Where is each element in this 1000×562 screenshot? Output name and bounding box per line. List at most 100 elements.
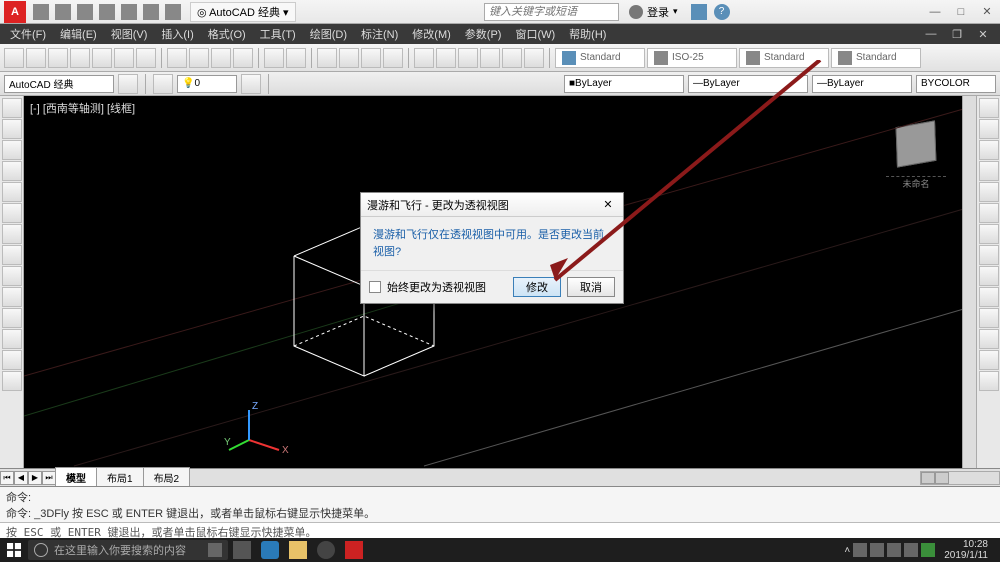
menu-help[interactable]: 帮助(H) [563, 24, 612, 44]
doc-minimize[interactable]: — [918, 28, 944, 41]
ucs-icon[interactable]: X Y Z [224, 395, 304, 458]
tb-zoomprev-icon[interactable] [383, 48, 403, 68]
lineweight-combo[interactable]: — ByLayer [812, 75, 912, 93]
menu-tools[interactable]: 工具(T) [254, 24, 302, 44]
line-icon[interactable] [2, 98, 22, 118]
circle-icon[interactable] [2, 140, 22, 160]
menu-modify[interactable]: 修改(M) [406, 24, 457, 44]
scale-icon[interactable] [979, 350, 999, 370]
tb-saveas-icon[interactable] [70, 48, 90, 68]
qat-more-icon[interactable] [165, 4, 181, 20]
color-combo[interactable]: ■ ByLayer [564, 75, 684, 93]
workspace-dropdown[interactable]: ◎ AutoCAD 经典 ▾ [190, 2, 296, 22]
tb-preview-icon[interactable] [114, 48, 134, 68]
ws-settings-icon[interactable] [118, 74, 138, 94]
copy-icon[interactable] [979, 119, 999, 139]
tray-volume-icon[interactable] [904, 543, 918, 557]
minimize-button[interactable]: — [922, 1, 948, 23]
text-icon[interactable] [2, 245, 22, 265]
doc-close[interactable]: ✕ [970, 28, 996, 41]
dialog-titlebar[interactable]: 漫游和飞行 - 更改为透视视图 ✕ [361, 193, 623, 217]
mirror-icon[interactable] [979, 161, 999, 181]
tb-props-icon[interactable] [414, 48, 434, 68]
plotstyle-combo[interactable]: BYCOLOR [916, 75, 996, 93]
mleader-style-dropdown[interactable]: Standard [831, 48, 921, 68]
menu-draw[interactable]: 绘图(D) [304, 24, 353, 44]
viewport-vscrollbar[interactable] [962, 96, 976, 468]
tray-people-icon[interactable] [853, 543, 867, 557]
erase-icon[interactable] [979, 329, 999, 349]
menu-view[interactable]: 视图(V) [105, 24, 154, 44]
point-icon[interactable] [2, 287, 22, 307]
menu-insert[interactable]: 插入(I) [155, 24, 199, 44]
linetype-combo[interactable]: — ByLayer [688, 75, 808, 93]
table-icon[interactable] [2, 329, 22, 349]
autocad-logo[interactable]: A [4, 1, 26, 23]
close-button[interactable]: ✕ [974, 1, 1000, 23]
tb-publish-icon[interactable] [136, 48, 156, 68]
menu-window[interactable]: 窗口(W) [509, 24, 561, 44]
tb-markup-icon[interactable] [502, 48, 522, 68]
rotate-icon[interactable] [979, 140, 999, 160]
command-input[interactable]: 按 ESC 或 ENTER 键退出，或者单击鼠标右键显示快捷菜单。 [0, 522, 1000, 538]
fillet-icon[interactable] [979, 266, 999, 286]
tab-nav-next[interactable]: ▶ [28, 471, 42, 485]
dialog-modify-button[interactable]: 修改 [513, 277, 561, 297]
arc-icon[interactable] [2, 161, 22, 181]
stretch-icon[interactable] [979, 371, 999, 391]
tb-plot-icon[interactable] [92, 48, 112, 68]
qat-print-icon[interactable] [143, 4, 159, 20]
dialog-cancel-button[interactable]: 取消 [567, 277, 615, 297]
offset-icon[interactable] [979, 182, 999, 202]
dim-style-dropdown[interactable]: ISO-25 [647, 48, 737, 68]
qat-save-icon[interactable] [77, 4, 93, 20]
help-search-input[interactable] [484, 3, 619, 21]
tb-dc-icon[interactable] [436, 48, 456, 68]
tb-pan-icon[interactable] [317, 48, 337, 68]
layer-combo[interactable]: 💡 0 [177, 75, 237, 93]
tb-new-icon[interactable] [4, 48, 24, 68]
login-button[interactable]: 登录 ▾ [629, 4, 678, 20]
tb-calc-icon[interactable] [524, 48, 544, 68]
qat-undo-icon[interactable] [99, 4, 115, 20]
tray-app-icon[interactable] [870, 543, 884, 557]
tb-cut-icon[interactable] [167, 48, 187, 68]
tb-match-icon[interactable] [233, 48, 253, 68]
workspace-combo[interactable]: AutoCAD 经典 [4, 75, 114, 93]
tb-zoomwin-icon[interactable] [361, 48, 381, 68]
autocad-task-icon[interactable] [340, 538, 368, 562]
paint-icon[interactable] [312, 538, 340, 562]
taskview-icon[interactable] [228, 538, 256, 562]
chamfer-icon[interactable] [979, 287, 999, 307]
doc-restore[interactable]: ❐ [944, 28, 970, 41]
tb-zoom-icon[interactable] [339, 48, 359, 68]
mtext-icon[interactable] [2, 350, 22, 370]
table-style-dropdown[interactable]: Standard [739, 48, 829, 68]
tab-layout1[interactable]: 布局1 [96, 467, 144, 488]
tb-open-icon[interactable] [26, 48, 46, 68]
qat-open-icon[interactable] [55, 4, 71, 20]
qat-redo-icon[interactable] [121, 4, 137, 20]
text-style-dropdown[interactable]: Standard [555, 48, 645, 68]
more-icon[interactable] [2, 371, 22, 391]
tab-hscrollbar[interactable] [920, 471, 1000, 485]
tab-nav-first[interactable]: ⏮ [0, 471, 14, 485]
qat-new-icon[interactable] [33, 4, 49, 20]
region-icon[interactable] [2, 308, 22, 328]
explorer-icon[interactable] [284, 538, 312, 562]
menu-edit[interactable]: 编辑(E) [54, 24, 103, 44]
start-button[interactable] [0, 538, 28, 562]
array-icon[interactable] [979, 203, 999, 223]
trim-icon[interactable] [979, 224, 999, 244]
tb-ssm-icon[interactable] [480, 48, 500, 68]
tab-nav-prev[interactable]: ◀ [14, 471, 28, 485]
tab-nav-last[interactable]: ⏭ [42, 471, 56, 485]
help-icon[interactable]: ? [714, 4, 730, 20]
maximize-button[interactable]: □ [948, 1, 974, 23]
layer-prev-icon[interactable] [241, 74, 261, 94]
tray-network-icon[interactable] [887, 543, 901, 557]
edge-icon[interactable] [256, 538, 284, 562]
tb-copy-icon[interactable] [189, 48, 209, 68]
tray-chevron-icon[interactable]: ˄ [844, 545, 850, 556]
explode-icon[interactable] [979, 308, 999, 328]
